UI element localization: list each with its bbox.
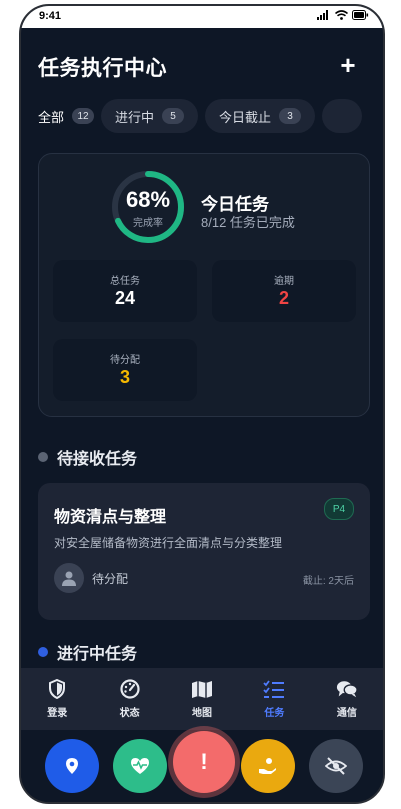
section-title: 进行中任务 <box>57 646 138 663</box>
tab-all[interactable]: 全部 12 <box>38 99 95 133</box>
page-title: 任务执行中心 <box>38 57 167 80</box>
stat-value: 2 <box>278 288 289 308</box>
stat-unassigned: 待分配 3 <box>53 339 197 401</box>
task-list-icon <box>263 679 285 699</box>
location-button[interactable] <box>45 739 99 793</box>
stat-label: 逾期 <box>274 276 294 287</box>
status-bar: 9:41 <box>21 6 383 28</box>
chat-icon <box>336 679 358 699</box>
priority-badge: P4 <box>324 498 354 520</box>
bottom-nav: 登录 状态 地图 任务 通信 <box>21 668 383 730</box>
summary-card: 68% 完成率 今日任务 8/12 任务已完成 总任务 24 逾期 2 待分配 … <box>38 153 370 417</box>
section-dot <box>38 647 48 657</box>
signal-icon <box>317 10 328 20</box>
task-description: 对安全屋储备物资进行全面清点与分类整理 <box>54 536 283 550</box>
stealth-mode-button[interactable] <box>309 739 363 793</box>
stat-total: 总任务 24 <box>53 260 197 322</box>
nav-item-tasks[interactable]: 任务 <box>238 668 310 730</box>
task-card[interactable]: 物资清点与整理 P4 对安全屋储备物资进行全面清点与分类整理 待分配 截止: 2… <box>38 483 370 620</box>
location-pin-icon <box>66 758 78 774</box>
alert-icon: ! <box>200 749 208 774</box>
assignee-name: 待分配 <box>92 571 129 586</box>
header: 任务执行中心 + <box>21 44 383 88</box>
plus-icon: + <box>340 50 356 80</box>
map-icon <box>191 679 213 699</box>
add-task-button[interactable]: + <box>335 52 361 78</box>
tab-in-progress[interactable]: 进行中 5 <box>101 99 199 133</box>
section-in-progress-header: 进行中任务 <box>38 640 137 664</box>
stat-label: 待分配 <box>110 355 140 366</box>
help-request-button[interactable] <box>241 739 295 793</box>
tab-count-badge: 12 <box>72 108 95 124</box>
quick-action-bar: ! <box>21 730 383 802</box>
stat-overdue: 逾期 2 <box>212 260 356 322</box>
user-icon <box>62 571 76 586</box>
avatar <box>54 563 84 593</box>
stat-value: 3 <box>119 367 130 387</box>
nav-label: 地图 <box>192 708 213 719</box>
nav-label: 状态 <box>119 708 140 719</box>
gauge-icon <box>119 679 141 699</box>
nav-item-login[interactable]: 登录 <box>21 668 93 730</box>
tab-label: 进行中 <box>115 109 155 125</box>
task-assignee: 待分配 <box>54 563 128 593</box>
tab-label: 今日截止 <box>219 109 272 125</box>
health-button[interactable] <box>113 739 167 793</box>
tab-due-today[interactable]: 今日截止 3 <box>205 99 316 133</box>
heart-pulse-icon <box>131 758 149 774</box>
tab-count-badge: 3 <box>279 108 302 124</box>
today-tasks-subtitle: 8/12 任务已完成 <box>201 215 295 230</box>
nav-label: 任务 <box>264 708 285 719</box>
section-title: 待接收任务 <box>57 451 138 468</box>
section-dot <box>38 452 48 462</box>
shield-icon <box>46 679 68 699</box>
tab-label: 全部 <box>38 109 65 125</box>
wifi-icon <box>335 10 348 20</box>
filter-tabs: 全部 12 进行中 5 今日截止 3 <box>38 99 363 133</box>
status-time: 9:41 <box>39 10 62 22</box>
status-icons <box>317 10 369 20</box>
nav-item-comms[interactable]: 通信 <box>311 668 383 730</box>
stat-label: 总任务 <box>110 276 140 287</box>
completion-percent: 68% <box>125 187 171 212</box>
nav-label: 通信 <box>336 708 357 719</box>
completion-label: 完成率 <box>133 218 163 229</box>
task-title: 物资清点与整理 <box>54 509 167 526</box>
battery-icon <box>352 10 369 20</box>
task-deadline: 截止: 2天后 <box>302 576 354 587</box>
tab-more[interactable] <box>322 99 363 133</box>
tab-count-badge: 5 <box>162 108 185 124</box>
stat-value: 24 <box>114 288 136 308</box>
section-pending-header: 待接收任务 <box>38 445 137 469</box>
nav-item-status[interactable]: 状态 <box>93 668 165 730</box>
nav-item-map[interactable]: 地图 <box>166 668 238 730</box>
hand-person-icon <box>259 758 276 774</box>
emergency-alert-button[interactable]: ! <box>173 731 235 793</box>
nav-label: 登录 <box>47 708 68 719</box>
eye-off-icon <box>325 757 347 775</box>
phone-frame: 9:41 任务执行中心 + 全部 12 进行中 5 今日截止 3 68% 完成率… <box>19 4 385 804</box>
